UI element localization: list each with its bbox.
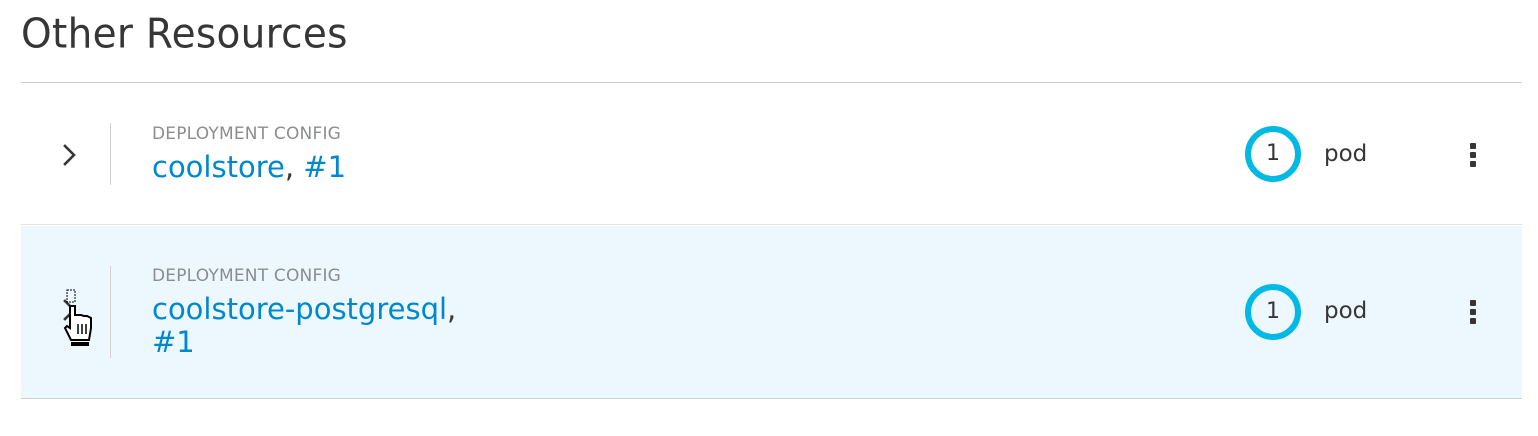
section-title: Other Resources bbox=[21, 11, 348, 58]
actions-menu-button[interactable] bbox=[1461, 135, 1485, 175]
actions-menu-button[interactable] bbox=[1461, 292, 1485, 332]
pod-label: pod bbox=[1324, 141, 1368, 167]
resource-kind: DEPLOYMENT CONFIG bbox=[152, 266, 342, 286]
pod-label: pod bbox=[1324, 298, 1368, 324]
kebab-menu-icon bbox=[1470, 300, 1476, 306]
resource-name-line: coolstore-postgresql, #1 bbox=[152, 293, 532, 359]
expand-toggle-button[interactable] bbox=[49, 135, 89, 175]
resource-name-link[interactable]: coolstore-postgresql bbox=[152, 292, 447, 326]
row-divider bbox=[110, 266, 111, 358]
other-resources-panel: Other Resources DEPLOYMENT CONFIG coolst… bbox=[0, 0, 1538, 436]
pod-donut-chart[interactable]: 1 bbox=[1243, 124, 1303, 184]
pod-donut-chart[interactable]: 1 bbox=[1243, 282, 1303, 342]
pod-count: 1 bbox=[1266, 141, 1280, 166]
resource-row: DEPLOYMENT CONFIG coolstore, #1 1 pod bbox=[21, 83, 1522, 225]
resource-name-line: coolstore, #1 bbox=[152, 151, 346, 184]
resource-revision-link[interactable]: #1 bbox=[303, 150, 346, 184]
name-separator: , bbox=[447, 292, 457, 326]
resource-row: DEPLOYMENT CONFIG coolstore-postgresql, … bbox=[21, 226, 1522, 399]
row-divider bbox=[110, 123, 111, 185]
name-separator: , bbox=[284, 150, 295, 184]
resource-kind: DEPLOYMENT CONFIG bbox=[152, 124, 342, 144]
resource-revision-link[interactable]: #1 bbox=[152, 325, 195, 359]
chevron-right-icon bbox=[63, 299, 76, 321]
expand-toggle-button[interactable] bbox=[49, 290, 89, 330]
resource-name-link[interactable]: coolstore bbox=[152, 150, 285, 184]
chevron-right-icon bbox=[63, 144, 76, 166]
kebab-menu-icon bbox=[1470, 143, 1476, 149]
pod-count: 1 bbox=[1266, 299, 1280, 324]
